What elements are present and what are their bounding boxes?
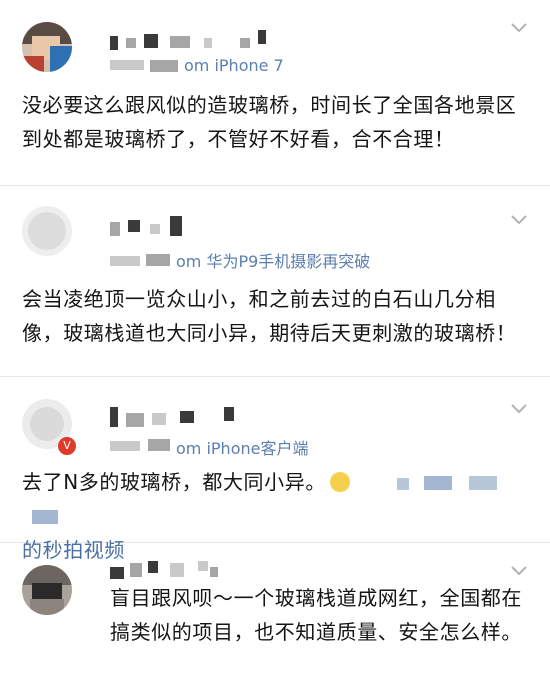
username-mosaic[interactable]: [110, 407, 118, 427]
post-source: om 华为P9手机摄影再突破: [176, 252, 371, 271]
username-mosaic[interactable]: [258, 30, 266, 44]
username-mosaic[interactable]: [180, 411, 194, 423]
chevron-down-icon[interactable]: [510, 403, 528, 415]
username-mosaic[interactable]: [148, 561, 158, 573]
time-mosaic: [146, 254, 170, 266]
username-mosaic[interactable]: [126, 413, 144, 427]
post-source: om iPhone 7: [184, 56, 284, 75]
username-mosaic[interactable]: [128, 220, 140, 232]
comment-text-main: 去了N多的玻璃桥，都大同小异。: [22, 470, 326, 494]
username-mosaic[interactable]: [152, 413, 166, 425]
time-mosaic: [150, 60, 178, 72]
username-mosaic[interactable]: [224, 407, 234, 421]
link-mosaic[interactable]: [396, 478, 409, 490]
emoji-face-icon: [329, 472, 350, 492]
username-mosaic[interactable]: [110, 567, 124, 579]
username-mosaic[interactable]: [126, 38, 136, 48]
post-meta: om iPhone客户端: [176, 435, 308, 459]
link-mosaic[interactable]: [468, 476, 497, 490]
time-mosaic: [110, 256, 140, 266]
comment-item: om iPhone 7 没必要这么跟风似的造玻璃桥，时间长了全国各地景区到处都是…: [0, 0, 550, 186]
avatar[interactable]: [22, 565, 72, 615]
username-mosaic[interactable]: [198, 561, 208, 571]
username-mosaic[interactable]: [130, 563, 142, 577]
username-mosaic[interactable]: [170, 563, 184, 577]
chevron-down-icon[interactable]: [510, 22, 528, 34]
username-mosaic[interactable]: [150, 224, 160, 234]
comment-item: om 华为P9手机摄影再突破 会当凌绝顶一览众山小，和之前去过的白石山几分相像，…: [0, 186, 550, 377]
link-mosaic[interactable]: [32, 510, 58, 524]
time-mosaic: [110, 441, 140, 451]
username-mosaic[interactable]: [110, 222, 120, 236]
comment-text: 盲目跟风呗～一个玻璃栈道成网红，全国都在搞类似的项目，也不知道质量、安全怎么样。: [110, 586, 522, 644]
time-mosaic: [110, 60, 144, 70]
username-mosaic[interactable]: [210, 567, 218, 577]
comment-text: 会当凌绝顶一览众山小，和之前去过的白石山几分相像，玻璃栈道也大同小异，期待后天更…: [22, 287, 517, 345]
verified-badge-icon: V: [58, 437, 76, 455]
comment-item: V om iPhone客户端 去了N多的玻璃桥，都大同小异。 的秒拍视频: [0, 377, 550, 562]
username-mosaic[interactable]: [170, 36, 190, 48]
username-mosaic[interactable]: [170, 216, 182, 236]
username-mosaic[interactable]: [204, 38, 212, 48]
post-meta: om iPhone 7: [184, 56, 284, 75]
avatar[interactable]: [22, 22, 72, 72]
chevron-down-icon[interactable]: [510, 565, 528, 577]
username-mosaic[interactable]: [144, 34, 158, 48]
post-source: om iPhone客户端: [176, 439, 309, 458]
comment-text: 没必要这么跟风似的造玻璃桥，时间长了全国各地景区到处都是玻璃桥了，不管好不好看，…: [22, 93, 517, 151]
comment-item: 盲目跟风呗～一个玻璃栈道成网红，全国都在搞类似的项目，也不知道质量、安全怎么样。: [0, 543, 550, 682]
username-mosaic[interactable]: [240, 38, 250, 48]
avatar[interactable]: [22, 206, 72, 256]
chevron-down-icon[interactable]: [510, 214, 528, 226]
username-mosaic[interactable]: [110, 36, 118, 50]
time-mosaic: [148, 439, 170, 451]
post-meta: om 华为P9手机摄影再突破: [176, 248, 370, 272]
link-mosaic[interactable]: [423, 476, 452, 490]
